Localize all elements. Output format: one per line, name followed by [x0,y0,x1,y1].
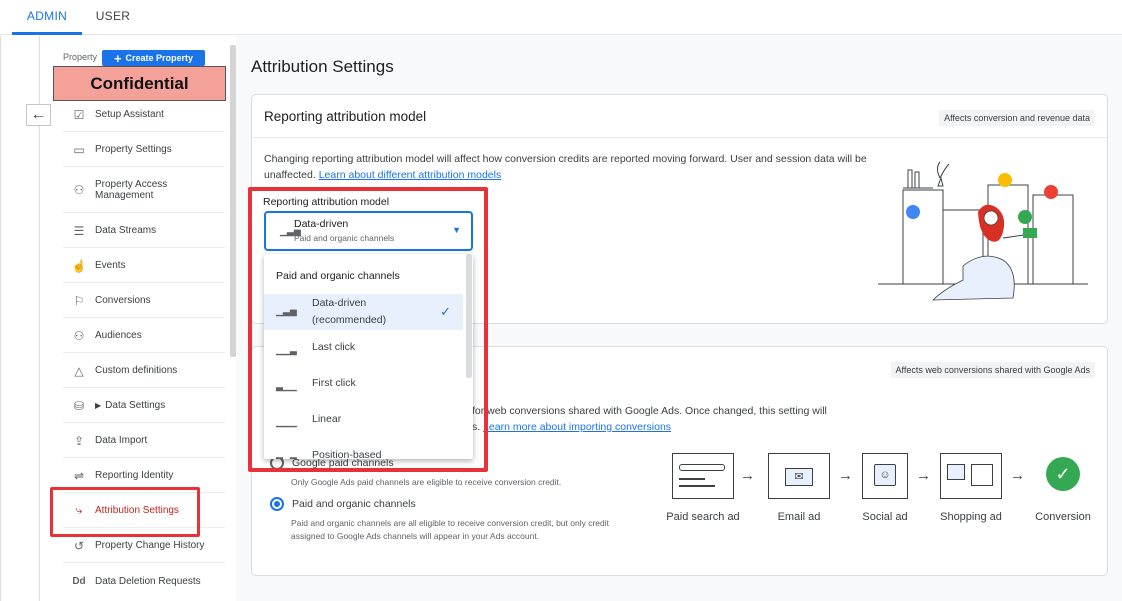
sidebar-item-setup-assistant[interactable]: ☑ Setup Assistant [63,98,225,132]
flow-label: Social ad [862,511,908,523]
radio-paid-and-organic[interactable]: Paid and organic channels [270,497,416,511]
sidebar-item-custom-definitions[interactable]: △ Custom definitions [63,354,225,388]
arrow-right-icon: → [1010,467,1025,484]
learn-importing-conversions-link[interactable]: Learn more about importing conversions [483,421,671,433]
arrow-right-icon: → [838,467,853,484]
people-icon: ⚇ [73,183,85,197]
sidebar-item-label: Conversions [95,295,151,306]
annotation-highlight-dropdown [248,187,488,472]
arrow-right-icon: → [916,467,931,484]
touch-icon: ☝ [71,258,87,273]
radio-description: Paid and organic channels are all eligib… [291,518,609,541]
database-icon: ⛁ [73,398,85,413]
upload-icon: ⇪ [73,433,85,448]
card-title: Reporting attribution model [264,109,427,124]
flag-icon: ⚐ [73,293,85,308]
card-description: for web conversions shared with Google A… [472,403,892,435]
sidebar-item-label: Property Change History [95,540,205,551]
window-icon: ▭ [73,142,85,157]
top-tabbar: ADMIN USER [0,0,1122,35]
impact-chip: Affects conversion and revenue data [939,110,1095,126]
sidebar-item-label: Audiences [95,330,142,341]
sidebar-item-data-settings[interactable]: ⛁ ▶ Data Settings [63,389,225,423]
card-description: Changing reporting attribution model wil… [264,151,874,183]
sidebar-item-property-access-management[interactable]: ⚇ Property Access Management [63,168,225,213]
create-property-button[interactable]: + Create Property [102,50,205,66]
sidebar-item-label: Property Settings [95,144,172,155]
audience-icon: ⚇ [73,328,85,343]
sidebar-item-property-settings[interactable]: ▭ Property Settings [63,133,225,167]
social-ad-icon: ☺ [862,453,908,499]
attribution-illustration [878,161,1088,301]
sidebar-item-label: Data Import [95,435,148,446]
sidebar-item-audiences[interactable]: ⚇ Audiences [63,319,225,353]
sidebar-item-events[interactable]: ☝ Events [63,249,225,283]
sidebar-scrollbar[interactable] [230,45,236,357]
learn-attribution-models-link[interactable]: Learn about different attribution models [319,169,502,181]
arrow-right-icon: → [740,467,755,484]
flow-label: Shopping ad [940,511,1002,523]
sidebar-item-label: Reporting Identity [95,470,174,481]
conversion-flow-diagram: → ✉ → ☺ → → ✓ Paid search ad Email ad So… [662,447,1102,537]
sidebar-item-data-deletion-requests[interactable]: Dd Data Deletion Requests [63,564,225,598]
sidebar-item-label: Data Deletion Requests [95,575,201,587]
sidebar-item-data-streams[interactable]: ☰ Data Streams [63,214,225,248]
radio-label: Paid and organic channels [292,498,416,510]
tab-user[interactable]: USER [84,0,142,35]
flow-label: Conversion [1035,511,1091,523]
annotation-highlight-sidebar [50,487,200,537]
plus-icon: + [113,50,122,66]
dd-icon: Dd [72,575,86,587]
sidebar-item-label: Data Settings [105,400,166,411]
conversion-check-icon: ✓ [1046,457,1080,491]
identity-icon: ⇌ [73,468,85,483]
sidebar-item-label: Data Streams [95,225,157,236]
property-selector-redacted[interactable]: Confidential [53,66,226,101]
streams-icon: ☰ [73,223,85,238]
property-label: Property [63,52,98,62]
impact-chip: Affects web conversions shared with Goog… [890,362,1095,378]
sidebar-item-label: Property Access Management [95,179,168,201]
sidebar-item-label: Custom definitions [95,365,178,376]
expand-triangle-icon: ▶ [95,401,102,410]
sidebar-item-label: Setup Assistant [95,109,164,120]
shapes-icon: △ [74,363,84,378]
history-icon: ↺ [73,538,85,553]
shopping-ad-icon [940,453,1002,499]
flow-label: Email ad [777,511,821,523]
radio-description: Only Google Ads paid channels are eligib… [291,477,562,487]
checkbox-icon: ☑ [73,107,85,122]
sidebar-item-label: Events [95,260,126,271]
page-title: Attribution Settings [251,57,394,76]
sidebar-item-data-import[interactable]: ⇪ Data Import [63,424,225,458]
sidebar-item-conversions[interactable]: ⚐ Conversions [63,284,225,318]
flow-label: Paid search ad [666,511,740,523]
card-header: Reporting attribution model Affects conv… [252,95,1107,138]
search-ad-icon [672,453,734,499]
tab-admin[interactable]: ADMIN [12,0,82,35]
email-ad-icon: ✉ [768,453,830,499]
create-property-label: Create Property [125,53,194,63]
radio-button-selected[interactable] [270,497,284,511]
description-text: for web conversions shared with Google A… [472,405,827,417]
back-arrow-icon[interactable]: ← [26,104,51,126]
